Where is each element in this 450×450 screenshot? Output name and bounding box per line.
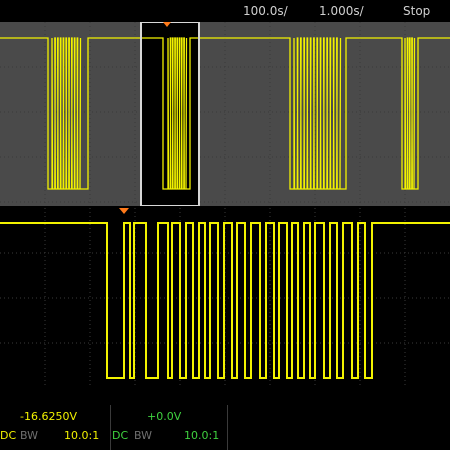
- run-stop-status[interactable]: Stop: [403, 4, 430, 18]
- channel-2-info[interactable]: +0.0V DC BW 10.0:1: [112, 405, 228, 450]
- ch1-bw-limit: BW: [20, 429, 39, 442]
- channel-status-bar: -16.6250V DC BW 10.0:1 +0.0V DC BW 10.0:…: [0, 405, 450, 450]
- top-status-bar: 100.0s/ 1.000s/ Stop: [0, 0, 450, 22]
- ch2-bw-limit: BW: [134, 429, 153, 442]
- ch1-coupling: DC: [0, 429, 17, 442]
- zoomed-waveform-panel[interactable]: [0, 208, 450, 388]
- ch2-offset: +0.0V: [147, 410, 182, 423]
- ch1-probe-ratio: 10.0:1: [64, 429, 100, 442]
- ch1-offset: -16.6250V: [20, 410, 77, 423]
- overview-waveform-panel[interactable]: [0, 22, 450, 208]
- ch2-coupling: DC: [112, 429, 129, 442]
- timebase-scale[interactable]: 100.0s/: [243, 4, 288, 18]
- delay-setting[interactable]: 1.000s/: [319, 4, 364, 18]
- ch2-probe-ratio: 10.0:1: [184, 429, 220, 442]
- channel-1-info[interactable]: -16.6250V DC BW 10.0:1: [0, 405, 111, 450]
